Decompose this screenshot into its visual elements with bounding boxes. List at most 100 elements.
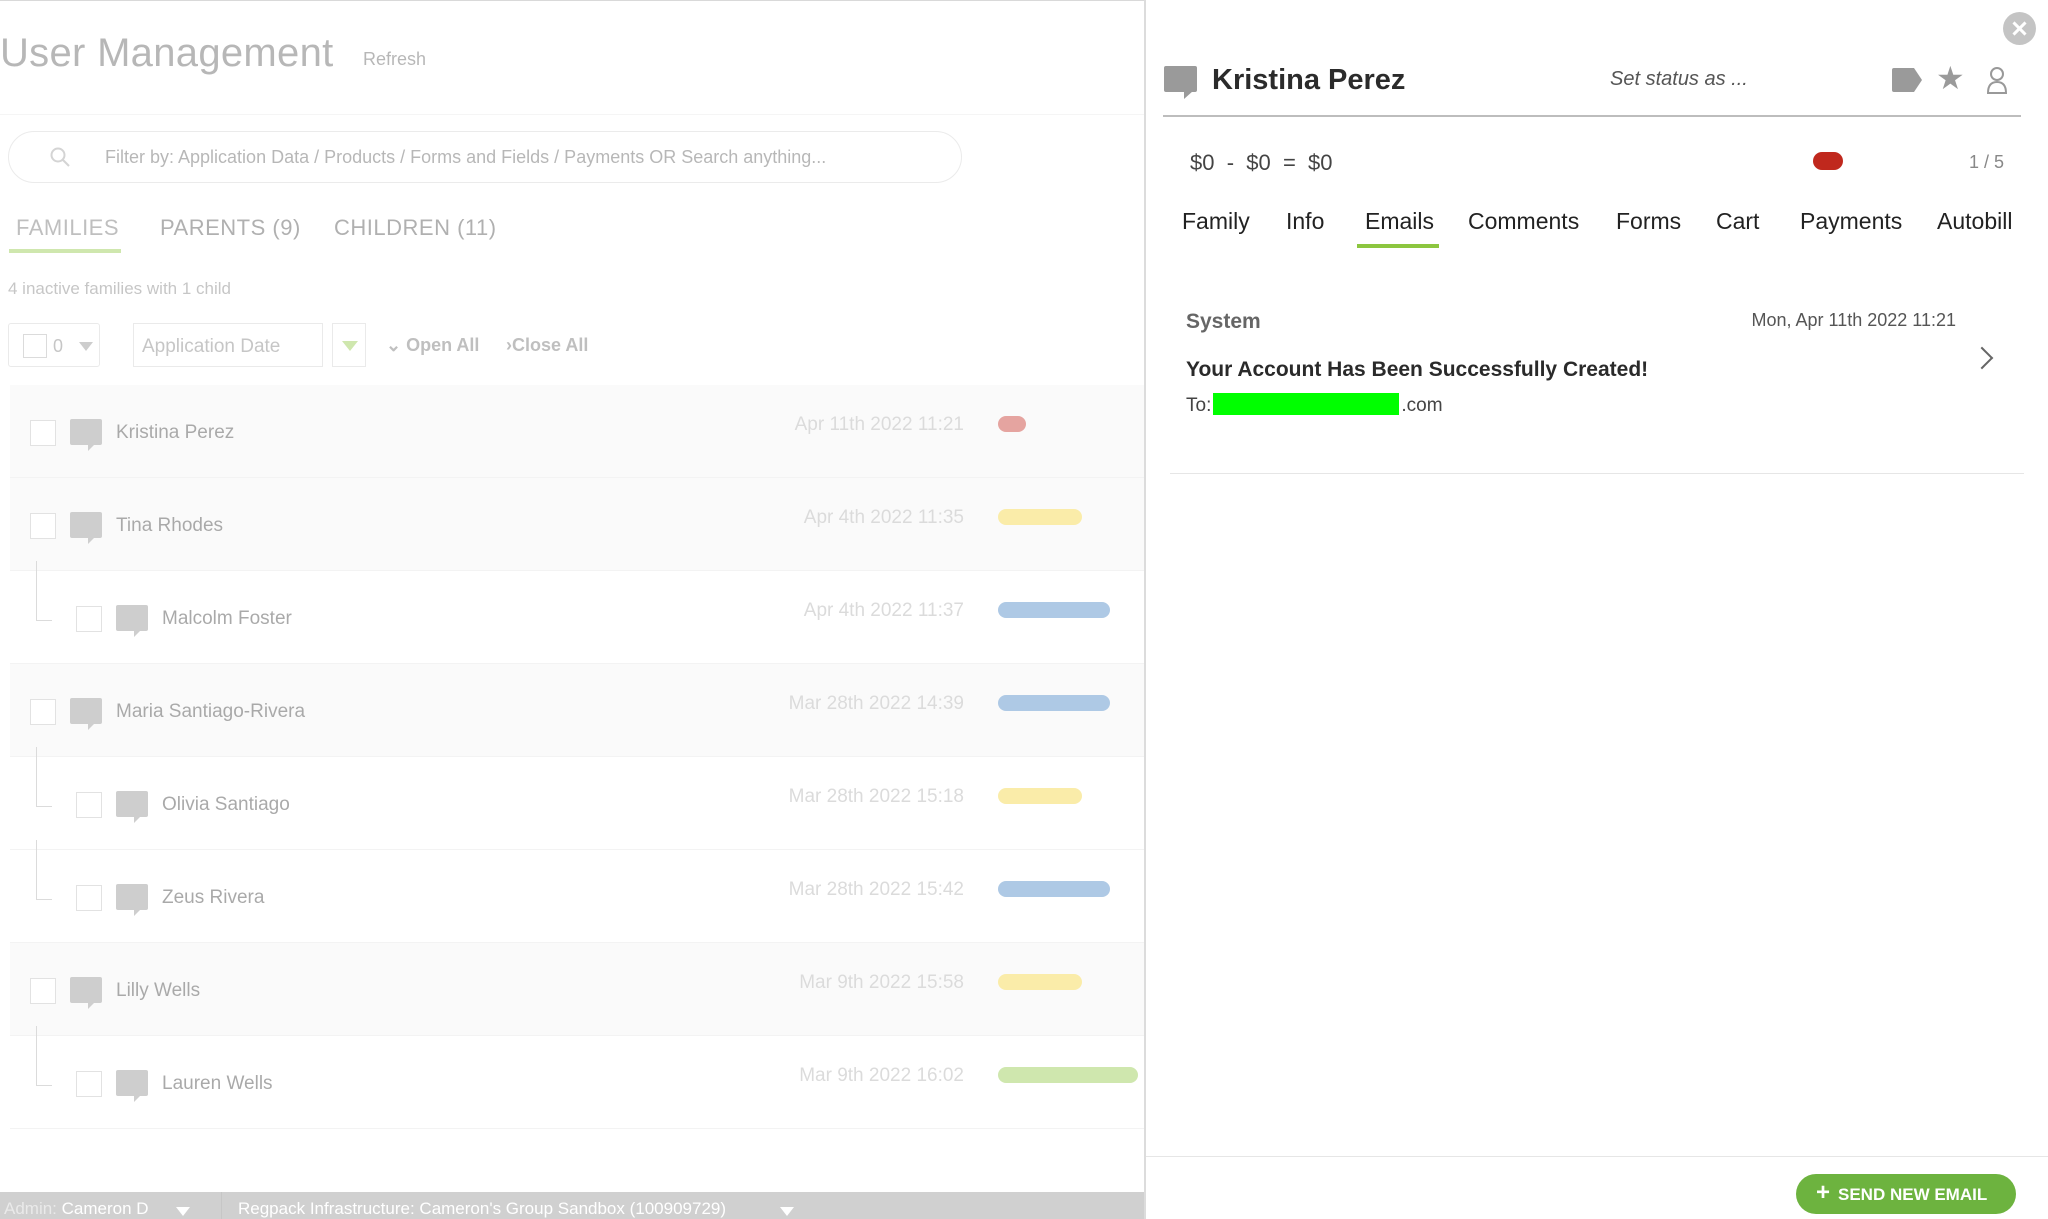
caret-down-icon (79, 342, 93, 351)
star-icon[interactable]: ★ (1936, 62, 1965, 94)
row-name[interactable]: Olivia Santiago (162, 794, 290, 816)
sort-select[interactable]: Application Date (133, 323, 323, 367)
child-row[interactable]: Zeus Rivera Mar 28th 2022 15:42 (10, 840, 1144, 943)
family-row[interactable]: Tina Rhodes Apr 4th 2022 11:35 (10, 478, 1144, 571)
admin-text: Admin: Cameron D (4, 1199, 149, 1219)
message-icon[interactable] (70, 977, 102, 1009)
child-row[interactable]: Lauren Wells Mar 9th 2022 16:02 (10, 1026, 1144, 1129)
footer-divider (1146, 1156, 2048, 1157)
row-name[interactable]: Lauren Wells (162, 1073, 273, 1095)
row-date: Apr 4th 2022 11:35 (803, 507, 964, 528)
tab-parents[interactable]: PARENTS (9) (160, 215, 301, 241)
family-name: Kristina Perez (1212, 64, 1406, 96)
status-badge (998, 416, 1026, 432)
status-badge (998, 788, 1082, 804)
family-detail-panel: Kristina Perez Set status as ... ★ $0 - … (1146, 0, 2048, 1219)
tab-payments[interactable]: Payments (1800, 208, 1902, 235)
page-title: User Management (0, 31, 334, 75)
tab-family[interactable]: Family (1182, 208, 1250, 235)
row-name[interactable]: Zeus Rivera (162, 887, 264, 909)
email-list-item[interactable]: System Mon, Apr 11th 2022 11:21 Your Acc… (1170, 290, 2024, 474)
row-name[interactable]: Tina Rhodes (116, 515, 223, 537)
tree-connector (36, 840, 52, 900)
row-date: Mar 9th 2022 15:58 (799, 972, 964, 993)
message-icon[interactable] (116, 791, 148, 823)
message-icon[interactable] (116, 884, 148, 916)
header-divider (0, 114, 1144, 115)
set-status-dropdown[interactable]: Set status as ... (1610, 68, 1748, 91)
tree-connector (36, 1026, 52, 1086)
search-input[interactable]: Filter by: Application Data / Products /… (8, 131, 962, 183)
user-icon[interactable] (1986, 66, 2008, 94)
family-row[interactable]: Maria Santiago-Rivera Mar 28th 2022 14:39 (10, 664, 1144, 757)
row-checkbox[interactable] (30, 699, 56, 725)
close-all-button[interactable]: ›Close All (506, 335, 588, 356)
selected-count: 0 (53, 336, 64, 356)
row-checkbox[interactable] (76, 792, 102, 818)
child-row[interactable]: Malcolm Foster Apr 4th 2022 11:37 (10, 561, 1144, 664)
tab-autobill[interactable]: Autobill (1937, 208, 2012, 235)
pager[interactable]: 1 / 5 (1969, 152, 2004, 173)
row-checkbox[interactable] (76, 885, 102, 911)
tab-info[interactable]: Info (1286, 208, 1324, 235)
plus-icon: + (1816, 1179, 1831, 1206)
redacted-block (1213, 393, 1400, 415)
active-tab-indicator (9, 249, 121, 253)
child-row[interactable]: Olivia Santiago Mar 28th 2022 15:18 (10, 747, 1144, 850)
message-icon[interactable] (70, 512, 102, 544)
open-all-label: Open All (406, 335, 480, 355)
row-checkbox[interactable] (30, 978, 56, 1004)
refresh-link[interactable]: Refresh (363, 49, 426, 70)
row-date: Apr 4th 2022 11:37 (803, 600, 964, 621)
row-date: Mar 28th 2022 15:42 (788, 879, 964, 900)
row-checkbox[interactable] (30, 513, 56, 539)
tag-icon[interactable] (1892, 68, 1922, 92)
caret-down-icon (342, 341, 358, 351)
row-date: Mar 28th 2022 15:18 (788, 786, 964, 807)
tab-children[interactable]: CHILDREN (11) (334, 215, 497, 241)
inactive-families-note: 4 inactive families with 1 child (8, 279, 231, 298)
email-date: Mon, Apr 11th 2022 11:21 (1751, 310, 1957, 330)
row-date: Mar 28th 2022 14:39 (788, 693, 964, 714)
open-all-button[interactable]: ⌄ Open All (386, 335, 479, 356)
row-checkbox[interactable] (76, 1071, 102, 1097)
org-selector[interactable]: Regpack Infrastructure: Cameron's Group … (238, 1199, 726, 1219)
email-to-label: To: (1186, 395, 1212, 416)
message-icon[interactable] (70, 698, 102, 730)
row-name[interactable]: Lilly Wells (116, 980, 200, 1002)
row-name[interactable]: Malcolm Foster (162, 608, 292, 630)
caret-down-icon (780, 1207, 794, 1216)
status-badge (998, 695, 1110, 711)
message-icon[interactable] (116, 605, 148, 637)
family-row[interactable]: Lilly Wells Mar 9th 2022 15:58 (10, 943, 1144, 1036)
row-name[interactable]: Maria Santiago-Rivera (116, 701, 305, 723)
message-icon[interactable] (1164, 66, 1197, 99)
email-sender: System (1186, 310, 1261, 333)
chevron-right-icon[interactable] (1970, 346, 1994, 370)
message-icon[interactable] (116, 1070, 148, 1102)
tab-families[interactable]: FAMILIES (16, 215, 119, 241)
bulk-select-dropdown[interactable]: 0 (8, 323, 100, 367)
tab-cart[interactable]: Cart (1716, 208, 1759, 235)
email-to-domain: .com (1401, 395, 1443, 416)
caret-down-icon (176, 1207, 190, 1216)
status-badge (998, 1067, 1138, 1083)
send-new-email-button[interactable]: + SEND NEW EMAIL (1796, 1174, 2016, 1214)
close-panel-button[interactable] (2003, 12, 2036, 45)
family-row[interactable]: Kristina Perez Apr 11th 2022 11:21 (10, 385, 1144, 478)
sort-direction-button[interactable] (332, 323, 366, 367)
row-name[interactable]: Kristina Perez (116, 422, 234, 444)
message-icon[interactable] (70, 419, 102, 451)
admin-selector[interactable]: Admin: Cameron D (0, 1192, 222, 1219)
admin-label: Admin: (4, 1199, 57, 1218)
status-badge (1813, 152, 1843, 170)
tab-forms[interactable]: Forms (1616, 208, 1681, 235)
select-all-checkbox[interactable] (23, 334, 47, 358)
row-checkbox[interactable] (30, 420, 56, 446)
row-checkbox[interactable] (76, 606, 102, 632)
tab-emails[interactable]: Emails (1365, 208, 1434, 235)
app-root: User Management Refresh Filter by: Appli… (0, 0, 2048, 1219)
tab-comments[interactable]: Comments (1468, 208, 1579, 235)
email-subject: Your Account Has Been Successfully Creat… (1186, 358, 1649, 381)
status-badge (998, 974, 1082, 990)
